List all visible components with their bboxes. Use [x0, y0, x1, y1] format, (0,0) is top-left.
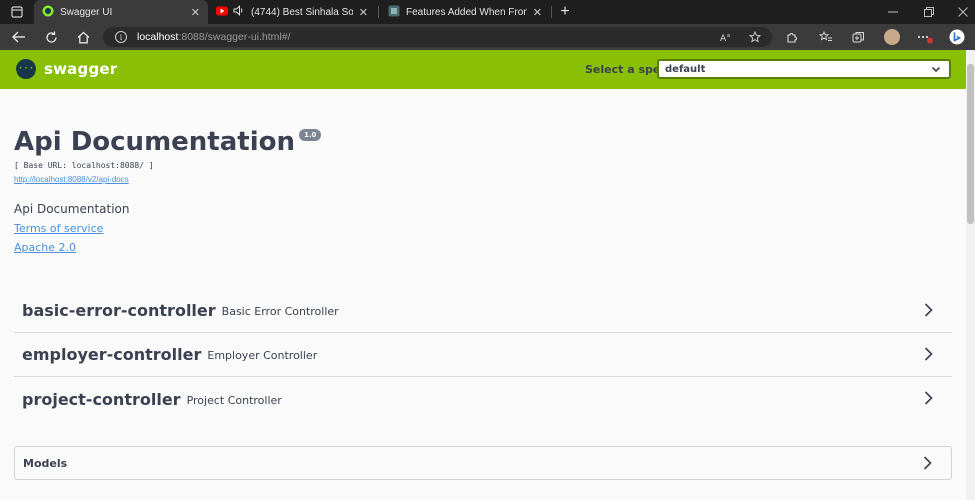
address-url: localhost:8088/swagger-ui.html#/	[137, 31, 291, 43]
site-info-icon[interactable]: i	[115, 31, 127, 43]
spec-select[interactable]: default	[657, 59, 951, 79]
tag-name: project-controller	[22, 389, 181, 409]
youtube-icon	[216, 6, 228, 19]
tab-sinhala-songs[interactable]: (4744) Best Sinhala Songs C ✕	[208, 0, 376, 24]
chevron-right-icon	[920, 390, 936, 406]
swagger-logo[interactable]: {···} swagger	[12, 59, 118, 79]
minimize-icon[interactable]	[878, 0, 908, 24]
tag-employer-controller[interactable]: employer-controller Employer Controller	[14, 333, 952, 377]
tab-title: Swagger UI	[60, 6, 113, 18]
profile-avatar[interactable]	[884, 29, 900, 45]
tab-title: (4744) Best Sinhala Songs C	[251, 6, 353, 18]
refresh-icon[interactable]	[41, 27, 61, 47]
page-scrollbar[interactable]	[966, 50, 975, 500]
tag-description: Project Controller	[186, 393, 282, 407]
tag-basic-error-controller[interactable]: basic-error-controller Basic Error Contr…	[14, 289, 952, 333]
favorites-list-icon[interactable]	[816, 27, 836, 47]
spec-label: Select a spec	[585, 63, 667, 76]
close-icon[interactable]: ✕	[533, 6, 542, 19]
api-description: Api Documentation	[14, 202, 130, 216]
tag-description: Employer Controller	[207, 349, 318, 362]
address-bar[interactable]: i localhost:8088/swagger-ui.html#/ Aa	[103, 27, 772, 47]
page-favicon-icon	[388, 5, 400, 20]
swagger-logo-text: swagger	[44, 60, 118, 78]
license-link[interactable]: Apache 2.0	[14, 241, 76, 254]
browser-tab-strip: Swagger UI ✕ (4744) Best Sinhala Songs C…	[0, 0, 975, 24]
chevron-right-icon	[919, 455, 935, 471]
close-icon[interactable]: ✕	[359, 6, 368, 19]
chevron-right-icon	[920, 302, 936, 318]
models-section[interactable]: Models	[14, 446, 952, 480]
tag-description: Basic Error Controller	[221, 305, 339, 318]
api-title-block: Api Documentation 1.0	[14, 125, 322, 159]
chevron-right-icon	[920, 346, 936, 362]
version-badge: 1.0	[299, 129, 322, 141]
tab-actions-icon[interactable]	[0, 0, 34, 24]
window-close-icon[interactable]	[948, 0, 975, 24]
tag-name: basic-error-controller	[22, 301, 216, 320]
close-icon[interactable]: ✕	[191, 6, 200, 19]
back-arrow-icon[interactable]	[9, 27, 29, 47]
api-docs-link[interactable]: http://localhost:8088/v2/api-docs	[14, 175, 129, 184]
base-url: [ Base URL: localhost:8088/ ]	[14, 161, 154, 170]
tag-project-controller[interactable]: project-controller Project Controller	[14, 377, 952, 421]
terms-of-service-link[interactable]: Terms of service	[14, 222, 103, 235]
read-aloud-icon[interactable]: Aa	[718, 29, 734, 45]
models-label: Models	[23, 456, 68, 470]
scrollbar-thumb[interactable]	[967, 64, 974, 224]
browser-toolbar: i localhost:8088/swagger-ui.html#/ Aa	[0, 24, 975, 50]
swagger-logo-icon: {···}	[12, 59, 40, 79]
spec-select-value: default	[665, 63, 706, 75]
new-tab-button[interactable]: +	[556, 0, 574, 24]
svg-text:A: A	[720, 34, 727, 43]
tab-title: Features Added When Front-End	[406, 6, 527, 18]
swagger-favicon-icon	[42, 5, 54, 20]
swagger-topbar: {···} swagger Select a spec default	[0, 50, 966, 89]
speaker-icon[interactable]	[233, 5, 245, 19]
tab-swagger-ui[interactable]: Swagger UI ✕	[34, 0, 208, 24]
tab-separator	[551, 6, 552, 18]
home-icon[interactable]	[73, 27, 93, 47]
favorite-star-icon[interactable]	[747, 29, 763, 45]
tab-features-added[interactable]: Features Added When Front-End ✕	[380, 0, 550, 24]
tag-name: employer-controller	[22, 345, 202, 364]
extensions-icon[interactable]	[781, 27, 801, 47]
tab-separator	[378, 6, 379, 18]
svg-text:a: a	[727, 33, 730, 39]
collections-icon[interactable]	[848, 27, 868, 47]
more-options-icon[interactable]	[915, 27, 935, 47]
bing-copilot-icon[interactable]	[947, 27, 967, 47]
page-title: Api Documentation	[14, 127, 295, 157]
restore-icon[interactable]	[914, 0, 944, 24]
chevron-down-icon	[931, 63, 941, 78]
